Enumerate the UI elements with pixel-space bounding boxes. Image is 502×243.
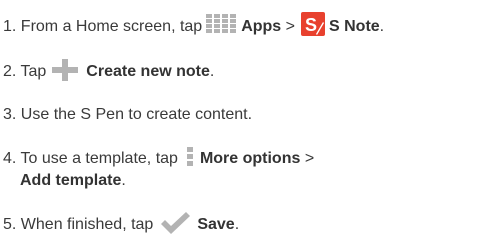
separator: > [304, 150, 315, 168]
separator: > [285, 18, 295, 36]
step-number: 4. [3, 150, 17, 168]
step-2: 2. Tap Create new note. [3, 59, 215, 83]
svg-text:S: S [305, 15, 317, 35]
step-number: 1. [3, 18, 17, 36]
more-options-icon [186, 146, 194, 168]
step-4: 4. To use a template, tap More options > [3, 146, 315, 170]
check-icon [159, 212, 191, 234]
step-text: To use a template, tap [20, 150, 178, 168]
step-4-continued: Add template. [20, 170, 126, 192]
s-note-label: S Note [329, 18, 380, 36]
step-1: 1. From a Home screen, tap Apps > S S No… [3, 12, 385, 39]
period: . [121, 172, 126, 189]
step-5: 5. When finished, tap Save. [3, 212, 240, 236]
period: . [234, 216, 240, 234]
step-text: Tap [20, 63, 47, 81]
step-number: 3. [3, 106, 17, 123]
period: . [379, 18, 385, 36]
step-number: 5. [3, 216, 17, 234]
step-3: 3. Use the S Pen to create content. [3, 104, 252, 126]
step-text: From a Home screen, tap [20, 18, 203, 36]
period: . [209, 63, 215, 81]
save-label: Save [197, 216, 235, 234]
step-text: Use the S Pen to create content. [20, 106, 253, 123]
create-new-note-label: Create new note [86, 63, 210, 81]
plus-icon [52, 59, 79, 81]
more-options-label: More options [199, 150, 301, 168]
add-template-label: Add template [20, 172, 122, 189]
apps-grid-icon [206, 14, 238, 34]
step-number: 2. [3, 63, 17, 81]
step-text: When finished, tap [20, 216, 154, 234]
apps-label: Apps [241, 18, 282, 36]
s-note-icon: S [301, 12, 325, 36]
